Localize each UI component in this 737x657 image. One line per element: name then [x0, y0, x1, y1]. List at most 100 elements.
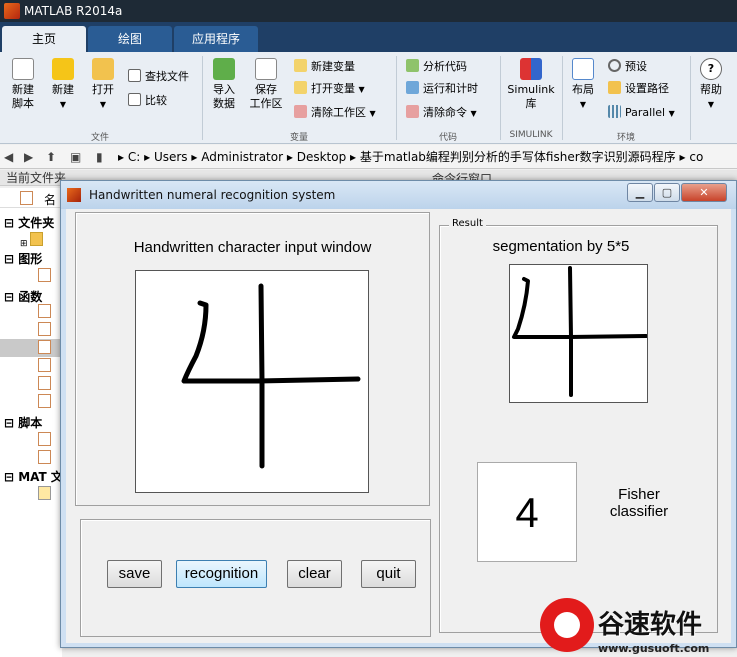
- section-mat-files[interactable]: ⊟ MAT 文: [4, 468, 63, 485]
- clear-commands-label: 清除命令: [423, 106, 467, 119]
- name-column-header[interactable]: 名: [44, 191, 56, 208]
- function-file-icon: [38, 376, 51, 390]
- layout-label: 布局: [572, 83, 594, 96]
- layout-icon: [572, 58, 594, 80]
- group-label-variable: 变量: [289, 133, 308, 143]
- clear-button[interactable]: clear: [287, 560, 342, 588]
- minimize-button[interactable]: ▁: [627, 183, 653, 202]
- layout-button[interactable]: 布局 ▼: [566, 58, 600, 112]
- help-button[interactable]: ? 帮助 ▼: [694, 58, 728, 112]
- new-script-button[interactable]: 新建 脚本: [4, 58, 42, 111]
- group-separator: [690, 56, 691, 140]
- breadcrumb-project-folder[interactable]: 基于matlab编程判别分析的手写体fisher数字识别源码程序: [360, 150, 676, 164]
- set-path-button[interactable]: 设置路径: [608, 80, 669, 98]
- gear-icon: [608, 59, 621, 72]
- clear-workspace-button[interactable]: 清除工作区 ▼: [294, 104, 376, 122]
- watermark-text: 谷速软件: [598, 610, 703, 640]
- figure-window: Handwritten numeral recognition system ▁…: [60, 180, 737, 648]
- group-label-code: 代码: [438, 133, 457, 143]
- group-separator: [500, 56, 501, 140]
- clear-commands-button[interactable]: 清除命令 ▼: [406, 104, 477, 122]
- save-workspace-button[interactable]: 保存 工作区: [246, 58, 286, 111]
- handwriting-canvas[interactable]: [135, 270, 369, 493]
- section-functions[interactable]: ⊟ 函数: [4, 288, 42, 305]
- section-scripts[interactable]: ⊟ 脚本: [4, 414, 42, 431]
- back-arrow-icon[interactable]: ◀: [4, 145, 13, 169]
- address-bar: ◀ ▶ ⬆ ▣ ▮ ▸ C: ▸ Users ▸ Administrator ▸…: [0, 145, 737, 169]
- handwritten-digit-strokes: [181, 283, 361, 469]
- breadcrumb-desktop[interactable]: Desktop: [297, 150, 347, 164]
- analyze-code-label: 分析代码: [423, 60, 467, 73]
- preferences-label: 预设: [625, 60, 647, 73]
- open-button[interactable]: 打开 ▼: [84, 58, 122, 112]
- matlab-figure-icon: [67, 188, 81, 202]
- import-data-button[interactable]: 导入 数据: [206, 58, 242, 111]
- new-variable-button[interactable]: 新建变量: [294, 58, 355, 76]
- clear-workspace-label: 清除工作区: [311, 106, 366, 119]
- list-item[interactable]: ⊞: [20, 232, 62, 249]
- tab-apps[interactable]: 应用程序: [174, 26, 258, 52]
- selected-list-item[interactable]: [0, 339, 62, 357]
- new-variable-icon: [294, 59, 307, 72]
- input-window-title: Handwritten character input window: [133, 239, 372, 256]
- group-label-environment: 环境: [616, 133, 635, 143]
- result-panel-legend: Result: [449, 218, 486, 229]
- compare-label: 比较: [145, 94, 167, 107]
- function-file-icon: [38, 340, 51, 354]
- file-icon: [20, 191, 33, 205]
- help-label: 帮助: [700, 83, 722, 96]
- parallel-icon: [608, 105, 621, 118]
- group-separator: [562, 56, 563, 140]
- compare-button[interactable]: 比较: [128, 92, 167, 110]
- breadcrumb-drive[interactable]: C:: [128, 150, 140, 164]
- segmentation-display: [509, 264, 648, 403]
- open-variable-label: 打开变量: [311, 82, 355, 95]
- forward-arrow-icon[interactable]: ▶: [24, 145, 33, 169]
- set-path-label: 设置路径: [625, 82, 669, 95]
- breadcrumb-administrator[interactable]: Administrator: [201, 150, 283, 164]
- function-file-icon: [38, 394, 51, 408]
- watermark: 谷速软件 www.gusuoft.com: [540, 598, 737, 657]
- preferences-button[interactable]: 预设: [608, 58, 647, 76]
- parallel-button[interactable]: Parallel ▼: [608, 104, 675, 122]
- script-file-icon: [38, 432, 51, 446]
- quit-button[interactable]: quit: [361, 560, 416, 588]
- figure-title-bar[interactable]: Handwritten numeral recognition system ▁…: [61, 181, 736, 209]
- new-label: 新建: [52, 83, 74, 96]
- new-script-icon: [12, 58, 34, 80]
- figure-file-icon: [38, 268, 51, 282]
- breadcrumb-users[interactable]: Users: [154, 150, 188, 164]
- section-figures[interactable]: ⊟ 图形: [4, 250, 42, 267]
- group-label-file: 文件: [90, 133, 109, 143]
- breadcrumb-subfolder[interactable]: co: [689, 150, 703, 164]
- close-button[interactable]: ✕: [681, 183, 727, 202]
- section-folders[interactable]: ⊟ 文件夹: [4, 214, 54, 231]
- segmented-digit-strokes: [512, 266, 648, 397]
- folder-icon: [92, 58, 114, 80]
- analyze-code-icon: [406, 59, 419, 72]
- gusu-logo-icon: [540, 598, 594, 652]
- plus-icon: [52, 58, 74, 80]
- run-and-time-button[interactable]: 运行和计时: [406, 80, 478, 98]
- group-separator: [396, 56, 397, 140]
- simulink-library-button[interactable]: Simulink 库: [504, 58, 558, 111]
- tab-plots[interactable]: 绘图: [88, 26, 172, 52]
- analyze-code-button[interactable]: 分析代码: [406, 58, 467, 76]
- up-folder-icon[interactable]: ⬆: [46, 145, 56, 169]
- root-folder-icon[interactable]: ▮: [96, 145, 103, 169]
- open-variable-button[interactable]: 打开变量 ▼: [294, 80, 365, 98]
- find-files-button[interactable]: 查找文件: [128, 68, 189, 86]
- current-folder-tree: ⊟ 文件夹 ⊞ ⊟ 图形 ⊟ 函数 ⊟ 脚本 ⊟ MAT 文: [0, 208, 63, 657]
- maximize-button[interactable]: ▢: [654, 183, 680, 202]
- find-files-label: 查找文件: [145, 70, 189, 83]
- tab-home[interactable]: 主页: [2, 26, 86, 52]
- new-button[interactable]: 新建 ▼: [44, 58, 82, 112]
- simulink-library-label: Simulink 库: [507, 83, 555, 110]
- browse-folder-icon[interactable]: ▣: [70, 145, 81, 169]
- ribbon-toolbar: 新建 脚本 新建 ▼ 打开 ▼ 查找文件 比较 文件 导入 数据 保存 工作区 新建…: [0, 52, 737, 144]
- save-button[interactable]: save: [107, 560, 162, 588]
- run-and-time-icon: [406, 81, 419, 94]
- ribbon-tab-strip: 主页 绘图 应用程序: [0, 22, 737, 52]
- current-folder-title: 当前文件夹: [6, 171, 67, 185]
- recognition-button[interactable]: recognition: [176, 560, 267, 588]
